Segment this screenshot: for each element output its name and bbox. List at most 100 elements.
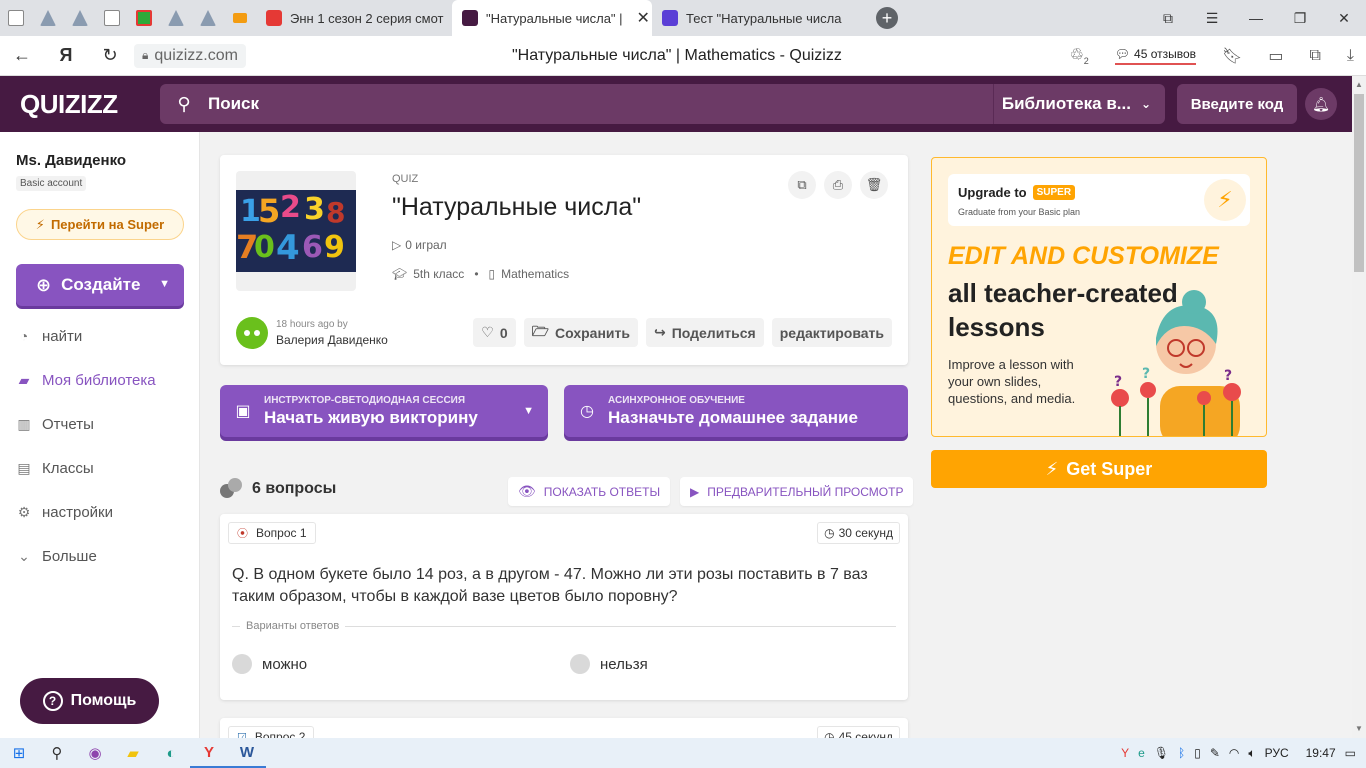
upgrade-promo[interactable]: Upgrade to SUPER Graduate from your Basi… (931, 157, 1267, 437)
alice-icon[interactable]: ◉ (76, 738, 114, 768)
pinned-tab[interactable] (64, 0, 96, 36)
edit-button[interactable]: редактировать (771, 318, 892, 347)
scrollbar-thumb[interactable] (1354, 94, 1364, 272)
notification-center-icon[interactable]: ▭ (1345, 746, 1356, 760)
downloads-icon[interactable]: ⤓ (1347, 47, 1354, 65)
search-icon: ⚲ (177, 93, 191, 114)
svg-text:?: ? (1142, 366, 1150, 382)
preview-button[interactable]: ▶ ПРЕДВАРИТЕЛЬНЫЙ ПРОСМОТР (680, 477, 914, 506)
caret-down-icon[interactable]: ▼ (523, 405, 534, 417)
bluetooth-icon[interactable]: ᛒ (1178, 746, 1185, 760)
live-session-label: Начать живую викторину (264, 407, 478, 427)
show-answers-button[interactable]: 👁︎ ПОКАЗАТЬ ОТВЕТЫ (508, 477, 671, 506)
edge-icon[interactable]: ◐ (152, 738, 190, 768)
close-window-icon[interactable]: ✕ (1322, 10, 1366, 27)
pinned-tab[interactable] (96, 0, 128, 36)
search-icon[interactable]: ⚲ (38, 738, 76, 768)
create-button[interactable]: ⊕ Создайте ▼ (16, 264, 184, 306)
help-button[interactable]: ? Помощь (20, 678, 159, 724)
yandex-browser-icon[interactable]: Y (190, 738, 228, 768)
like-button[interactable]: ♡ 0 (473, 318, 516, 347)
edge-tray-icon[interactable]: e (1138, 746, 1145, 760)
author-name[interactable]: Валерия Давиденко (276, 333, 388, 347)
account-badge: Basic account (16, 176, 87, 191)
tab-favicon (662, 10, 678, 26)
compass-icon: ◔ (19, 328, 29, 344)
restore-icon[interactable]: ❐ (1278, 10, 1322, 27)
sidebar-item-classes[interactable]: ▤ Классы (0, 452, 200, 484)
scroll-down-icon[interactable]: ▼ (1352, 722, 1366, 736)
bookmark-icon[interactable]: 🔖︎ (1222, 46, 1242, 66)
battery-icon[interactable]: ▯ (1194, 746, 1201, 760)
minimize-icon[interactable]: — (1234, 10, 1278, 26)
assign-homework-button[interactable]: ◷ АСИНХРОННОЕ ОБУЧЕНИЕ Назначьте домашне… (564, 385, 908, 437)
wifi-icon[interactable]: ◠ (1229, 746, 1239, 760)
share-button[interactable]: ↪ Поделиться (645, 318, 764, 347)
start-live-quiz-button[interactable]: ▣ ИНСТРУКТОР-СВЕТОДИОДНАЯ СЕССИЯ Начать … (220, 385, 548, 437)
go-super-button[interactable]: ⚡︎ Перейти на Super (16, 209, 184, 240)
page-scrollbar[interactable]: ▲ ▼ (1352, 76, 1366, 738)
question-time[interactable]: ◷ 30 секунд (817, 522, 900, 544)
browser-tab[interactable]: Тест "Натуральные числа (652, 0, 852, 36)
browser-tab-strip: Энн 1 сезон 2 серия смот "Натуральные чи… (0, 0, 1366, 36)
sidebar-item-settings[interactable]: ⚙︎ настройки (0, 496, 200, 528)
protect-icon[interactable]: ♲2 (1069, 45, 1088, 66)
played-label: 0 играл (405, 238, 447, 252)
new-tab-button[interactable]: + (876, 7, 898, 29)
pinned-tab[interactable] (0, 0, 32, 36)
reviews-button[interactable]: 💬︎ 45 отзывов (1114, 47, 1197, 65)
delete-icon[interactable]: 🗑︎ (860, 171, 888, 199)
language-indicator[interactable]: РУС (1265, 746, 1289, 760)
browser-tab-active[interactable]: "Натуральные числа" | ✕ (452, 0, 652, 36)
sidebar-item-reports[interactable]: ▥ Отчеты (0, 408, 200, 440)
windows-start-icon[interactable]: ⊞ (0, 738, 38, 768)
sidebar-item-my-library[interactable]: ▰ Моя библиотека (0, 364, 200, 396)
yandex-icon[interactable]: Я (44, 45, 88, 66)
system-tray: Y e 🎙︎ ᛒ ▯ ✎ ◠ 🔈︎ РУС 19:47 ▭ (1121, 738, 1356, 768)
sidebar-item-find[interactable]: ◔ найти (0, 320, 200, 352)
url-field[interactable]: 🔒︎ quizizz.com (134, 43, 246, 68)
sidebar-item-more[interactable]: ⌄ Больше (0, 540, 200, 572)
back-icon[interactable]: ← (0, 45, 44, 66)
scroll-up-icon[interactable]: ▲ (1352, 78, 1366, 92)
search-input[interactable]: Поиск (208, 94, 259, 114)
lock-icon: 🔒︎ (142, 48, 149, 62)
browser-tab[interactable]: Энн 1 сезон 2 серия смот (256, 0, 452, 36)
battery-icon[interactable]: ▭ (1268, 46, 1283, 66)
word-icon[interactable]: W (228, 738, 266, 768)
option-marker (570, 654, 590, 674)
microphone-icon[interactable]: 🎙︎ (1154, 746, 1169, 760)
print-icon[interactable]: ⎙ (824, 171, 852, 199)
svg-text:?: ? (1224, 368, 1232, 384)
menu-icon[interactable]: ☰ (1190, 10, 1234, 27)
copy-icon[interactable]: ⧉ (788, 171, 816, 199)
get-super-button[interactable]: ⚡︎ Get Super (931, 450, 1267, 488)
pinned-tab[interactable] (192, 0, 224, 36)
question-card: ⦿ Вопрос 1 ◷ 30 секунд Q. В одном букете… (220, 514, 908, 700)
tab-label: Энн 1 сезон 2 серия смот (290, 10, 444, 26)
pinned-tab[interactable] (160, 0, 192, 36)
pinned-tab[interactable] (128, 0, 160, 36)
url-text: quizizz.com (154, 46, 238, 64)
extensions-icon[interactable]: ⧉ (1309, 47, 1320, 65)
reload-icon[interactable]: ↻ (88, 45, 132, 66)
file-explorer-icon[interactable]: ▰ (114, 738, 152, 768)
pinned-tab[interactable] (224, 0, 256, 36)
separator-dot: • (474, 267, 479, 281)
play-icon: ▷ (392, 238, 402, 252)
tabs-icon[interactable]: ⧉ (1146, 10, 1190, 27)
notifications-icon[interactable]: 🔔︎ (1305, 88, 1337, 120)
clock[interactable]: 19:47 (1306, 746, 1336, 760)
search-bar[interactable]: ⚲ Поиск Библиотека в... ⌄ (160, 84, 1165, 124)
pinned-tab[interactable] (32, 0, 64, 36)
app-header: QUIZIZZ ⚲ Поиск Библиотека в... ⌄ Введит… (0, 76, 1352, 132)
close-tab-icon[interactable]: ✕ (637, 8, 650, 28)
library-dropdown[interactable]: Библиотека в... ⌄ (992, 84, 1165, 124)
save-button[interactable]: 🗁︎ Сохранить (523, 318, 638, 347)
yandex-tray-icon[interactable]: Y (1121, 746, 1129, 760)
quizizz-logo[interactable]: QUIZIZZ (20, 89, 160, 120)
pen-icon[interactable]: ✎ (1210, 746, 1220, 760)
chevron-down-icon: ⌄ (18, 547, 30, 564)
join-code-button[interactable]: Введите код (1177, 84, 1297, 124)
volume-icon[interactable]: 🔈︎ (1248, 746, 1255, 761)
